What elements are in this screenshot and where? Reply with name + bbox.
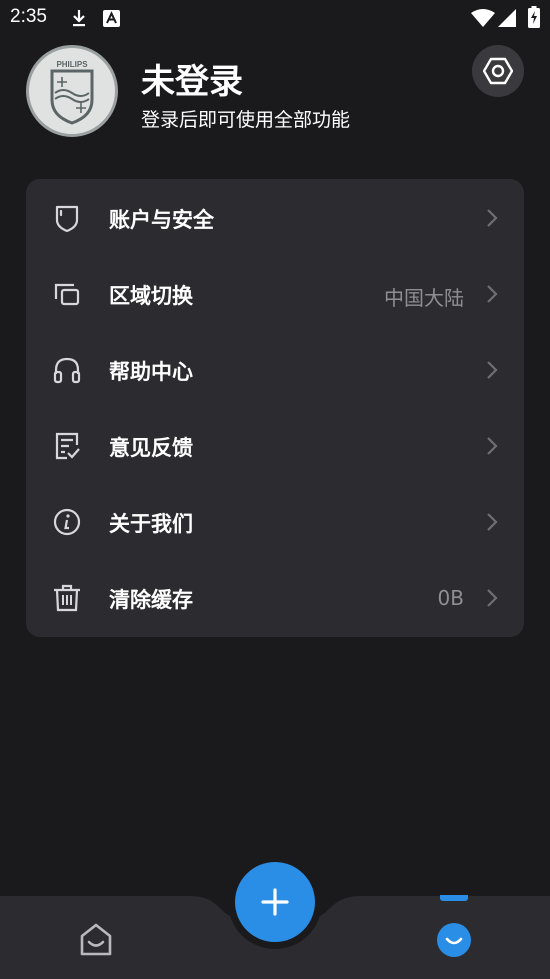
chevron-right-icon	[487, 437, 498, 455]
profile-title[interactable]: 未登录	[141, 54, 243, 103]
mine-tab[interactable]	[434, 920, 474, 960]
headphones-icon	[53, 357, 81, 384]
menu-item-label: 账户与安全	[109, 208, 214, 232]
chevron-right-icon	[487, 361, 498, 379]
shield-icon	[55, 205, 79, 233]
menu-item-label: 清除缓存	[109, 588, 193, 612]
trash-icon	[54, 584, 80, 612]
avatar[interactable]: PHILIPS	[26, 45, 118, 137]
battery-charging-icon	[528, 6, 540, 28]
add-device-button[interactable]	[235, 862, 315, 942]
status-bar: 2:35	[0, 0, 550, 38]
menu-item-about-us[interactable]: 关于我们	[26, 484, 524, 560]
chevron-right-icon	[487, 209, 498, 227]
menu-item-label: 帮助中心	[109, 360, 193, 384]
menu-item-region[interactable]: 区域切换 中国大陆	[26, 256, 524, 332]
feedback-icon	[55, 432, 80, 460]
status-time: 2:35	[10, 6, 47, 27]
chevron-right-icon	[487, 285, 498, 303]
wifi-icon	[471, 9, 495, 27]
menu-item-value: 0B	[437, 586, 464, 610]
signal-icon	[498, 9, 516, 27]
chevron-right-icon	[487, 589, 498, 607]
menu-item-feedback[interactable]: 意见反馈	[26, 408, 524, 484]
profile-subtitle: 登录后即可使用全部功能	[141, 109, 351, 131]
plus-icon	[261, 888, 289, 916]
menu-item-account-security[interactable]: 账户与安全	[26, 180, 524, 256]
menu-item-value: 中国大陆	[384, 286, 464, 310]
menu-item-label: 意见反馈	[109, 436, 193, 460]
menu-card: 账户与安全 区域切换 中国大陆 帮助中心 意见反馈 关于我们 清除缓存 0B	[26, 179, 524, 637]
menu-item-clear-cache[interactable]: 清除缓存 0B	[26, 560, 524, 636]
font-icon	[103, 10, 120, 27]
settings-hex-icon	[483, 57, 513, 85]
download-icon	[73, 10, 85, 27]
svg-text:PHILIPS: PHILIPS	[56, 60, 88, 69]
menu-item-help-center[interactable]: 帮助中心	[26, 332, 524, 408]
menu-item-label: 区域切换	[109, 284, 193, 308]
menu-item-label: 关于我们	[109, 512, 193, 536]
chevron-right-icon	[487, 513, 498, 531]
active-tab-indicator	[440, 895, 468, 901]
info-icon	[53, 508, 81, 536]
settings-button[interactable]	[472, 45, 524, 97]
home-tab[interactable]	[76, 920, 116, 960]
philips-logo-icon: PHILIPS	[50, 60, 94, 125]
region-switch-icon	[54, 283, 80, 306]
